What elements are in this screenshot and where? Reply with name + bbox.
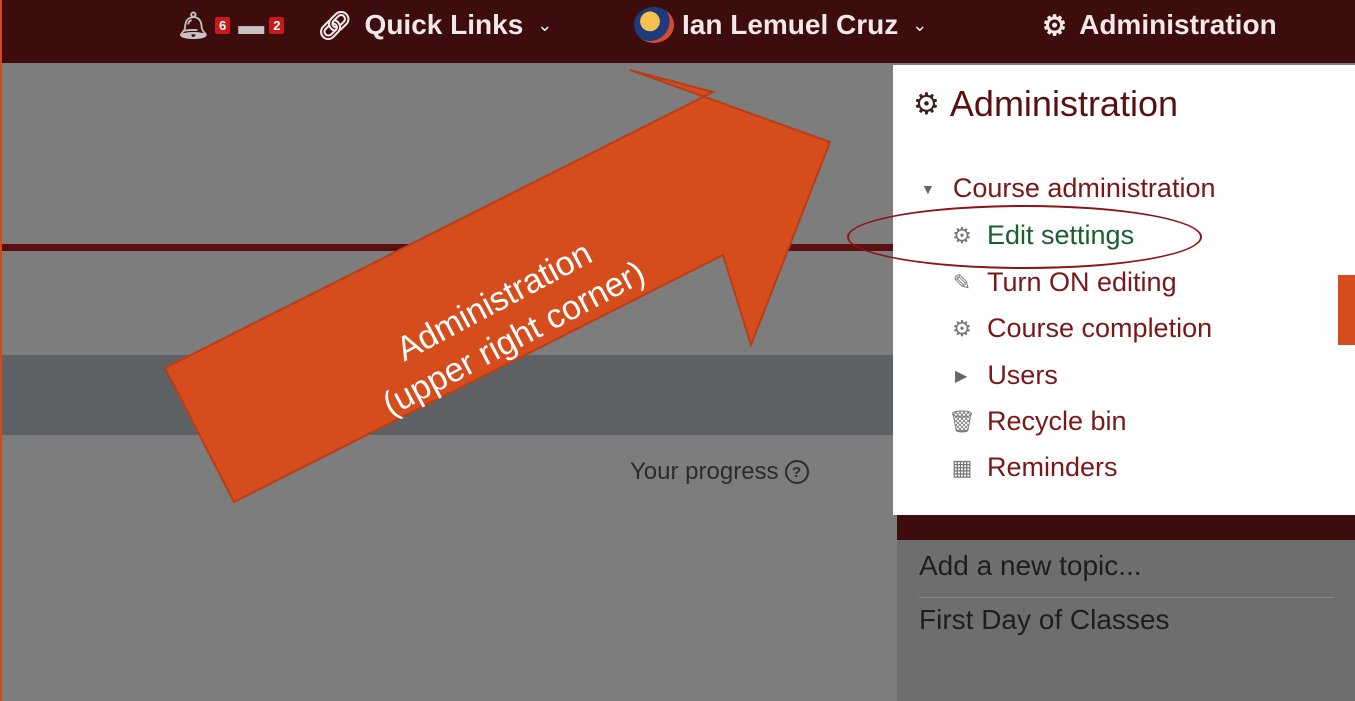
your-progress: Your progress ? — [630, 458, 809, 486]
administration-menu[interactable]: ⚙ Administration — [1042, 0, 1277, 50]
announcements-divider — [919, 597, 1334, 598]
chevron-down-icon: ⌄ — [537, 14, 553, 35]
caret-right-icon: ▶ — [955, 367, 968, 385]
admin-panel-title: ⚙ Administration — [913, 83, 1178, 125]
first-day-link[interactable]: First Day of Classes — [919, 604, 1170, 636]
notifications-badge: 6 — [215, 16, 231, 34]
turn-on-editing-label: Turn ON editing — [987, 267, 1177, 297]
progress-label: Your progress — [630, 458, 779, 485]
notifications-group[interactable]: 🔔︎ 6 ▬ 2 — [177, 0, 285, 50]
course-completion-label: Course completion — [987, 313, 1213, 343]
recycle-bin-label: Recycle bin — [987, 406, 1127, 436]
reminders-item[interactable]: ▦ Reminders — [949, 452, 1118, 483]
quick-links-label: Quick Links — [364, 9, 524, 40]
users-label: Users — [987, 360, 1058, 390]
gear-icon: ⚙ — [952, 315, 972, 341]
top-navbar: 🔔︎ 6 ▬ 2 🔗︎ Quick Links ⌄ Ian Lemuel Cru… — [2, 0, 1355, 63]
calendar-icon: ▦ — [951, 454, 973, 480]
highlight-ellipse — [847, 205, 1202, 269]
announcements-body: Add a new topic... First Day of Classes — [897, 540, 1355, 701]
administration-dropdown: ⚙ Administration ▼ Course administration… — [893, 65, 1355, 515]
quick-links-menu[interactable]: 🔗︎ Quick Links ⌄ — [317, 0, 552, 50]
users-item[interactable]: ▶ Users — [949, 360, 1058, 391]
bell-icon[interactable]: 🔔︎ — [177, 10, 210, 41]
user-name: Ian Lemuel Cruz — [682, 9, 899, 40]
header-divider — [2, 244, 896, 251]
link-icon: 🔗︎ — [317, 9, 353, 41]
course-administration-item[interactable]: ▼ Course administration — [921, 173, 1215, 204]
gears-icon: ⚙ — [913, 87, 940, 121]
gear-icon: ⚙ — [1042, 9, 1068, 41]
orange-edge-button[interactable] — [1338, 275, 1355, 345]
course-administration-label: Course administration — [952, 173, 1216, 203]
chevron-down-icon: ⌄ — [912, 14, 928, 35]
recycle-bin-item[interactable]: 🗑︎ Recycle bin — [948, 406, 1127, 437]
trash-icon: 🗑︎ — [948, 408, 976, 434]
avatar — [634, 7, 674, 43]
help-icon[interactable]: ? — [784, 460, 809, 484]
reminders-label: Reminders — [987, 452, 1118, 482]
admin-title-text: Administration — [949, 83, 1178, 124]
user-menu[interactable]: Ian Lemuel Cruz ⌄ — [634, 0, 927, 50]
chat-icon[interactable]: ▬ — [238, 10, 264, 41]
course-completion-item[interactable]: ⚙ Course completion — [949, 313, 1212, 344]
messages-badge: 2 — [269, 16, 285, 34]
administration-label: Administration — [1079, 9, 1277, 40]
turn-on-editing-item[interactable]: ✎ Turn ON editing — [949, 267, 1177, 298]
add-new-topic-link[interactable]: Add a new topic... — [919, 550, 1142, 582]
screenshot-frame: Your progress ? announcements Add a new … — [0, 0, 1355, 701]
caret-down-icon: ▼ — [921, 180, 935, 197]
pencil-icon: ✎ — [952, 269, 972, 295]
